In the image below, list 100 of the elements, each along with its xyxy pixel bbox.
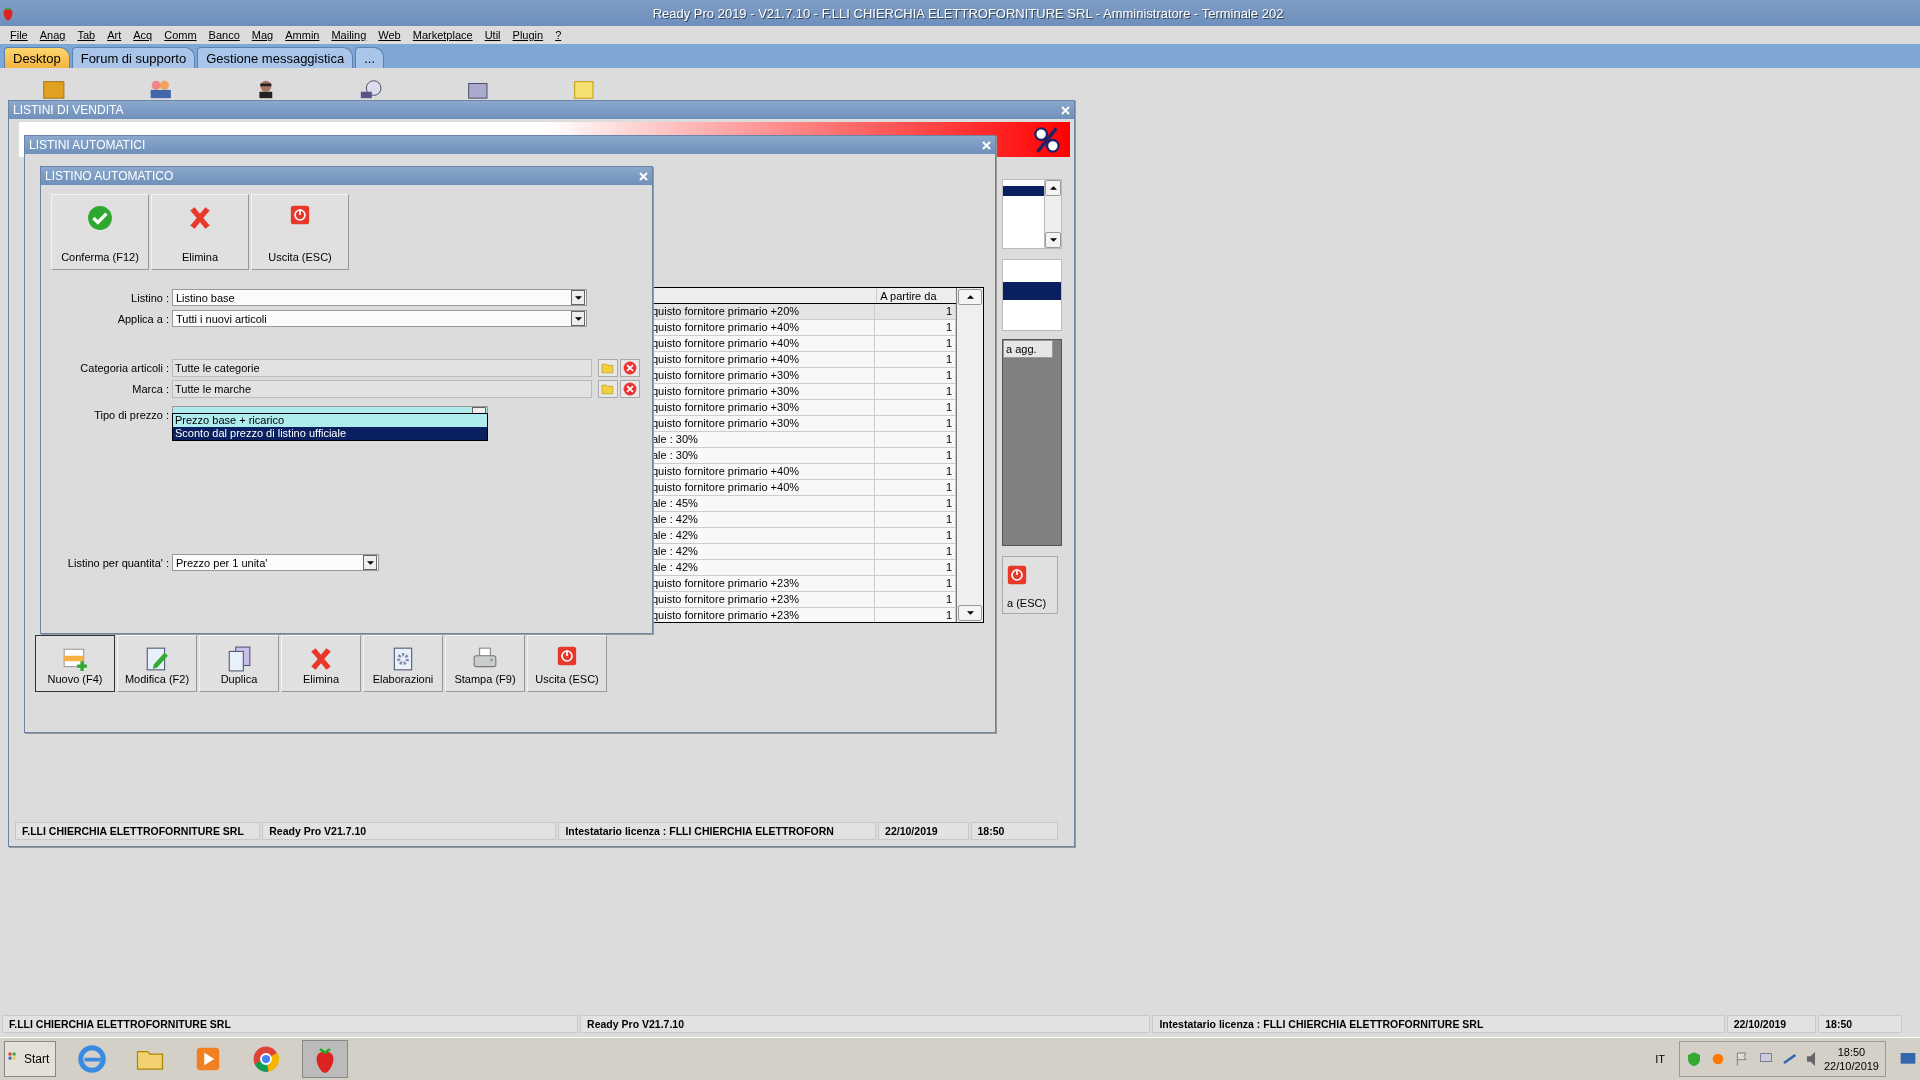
status-cell: 18:50	[970, 822, 1058, 840]
toolbar-button[interactable]: Uscita (ESC)	[527, 635, 607, 692]
table-cell: 1	[945, 401, 952, 413]
status-cell: F.LLI CHIERCHIA ELETTROFORNITURE SRL	[15, 822, 261, 840]
taskbar-app[interactable]	[302, 1040, 348, 1078]
tab[interactable]: Gestione messaggistica	[197, 47, 354, 68]
menu-item[interactable]: Banco	[202, 29, 246, 41]
down-arrow-icon	[574, 295, 582, 300]
menu-item[interactable]: Comm	[158, 29, 203, 41]
power-icon	[557, 646, 577, 666]
status-cell: Intestatario licenza : FLLI CHIERCHIA ELETTROFORNITURE SRL	[1152, 1015, 1725, 1033]
column-header: a agg.	[1006, 343, 1037, 355]
exit-button[interactable]: a (ESC)	[1002, 556, 1058, 614]
percent-icon	[1032, 125, 1062, 154]
text-field[interactable]: Tutte le categorie	[172, 359, 592, 377]
table-cell: 1	[945, 497, 952, 509]
menu-item[interactable]: Tab	[71, 29, 102, 41]
speaker-icon	[1805, 1051, 1816, 1067]
documents-icon	[226, 646, 252, 672]
chrome-icon	[251, 1044, 281, 1074]
close-button[interactable]	[639, 171, 648, 181]
folder-icon	[601, 382, 615, 396]
window-title: LISTINI DI VENDITA	[13, 103, 124, 117]
down-arrow-icon	[574, 316, 582, 321]
table-cell: 1	[945, 321, 952, 333]
menu-item[interactable]: File	[4, 29, 34, 41]
table-cell: 1	[945, 385, 952, 397]
table-cell: 1	[945, 369, 952, 381]
close-button[interactable]	[982, 140, 991, 150]
toolbar-button[interactable]: Elimina	[281, 635, 361, 692]
browse-button[interactable]	[598, 359, 618, 377]
field-label: Listino per quantita' :	[66, 556, 170, 569]
tab[interactable]: Desktop	[4, 47, 70, 68]
table-cell: 1	[945, 545, 952, 557]
table-cell: 1	[945, 529, 952, 541]
up-arrow-icon	[1049, 186, 1057, 190]
field-label: Categoria articoli :	[79, 362, 170, 374]
toolbar-button[interactable]: Elimina	[151, 194, 249, 270]
menu-item[interactable]: Util	[478, 29, 507, 41]
menu-item[interactable]: Art	[101, 29, 128, 41]
column-header: A partire da	[880, 289, 937, 302]
text-field[interactable]: Tutte le marche	[172, 380, 592, 398]
status-cell: Intestatario licenza : FLLI CHIERCHIA ELETTROFORN	[558, 822, 877, 840]
menu-item[interactable]: Mag	[245, 29, 280, 41]
status-cell: 22/10/2019	[1726, 1015, 1817, 1033]
table-cell: 1	[945, 353, 952, 365]
tab[interactable]: ...	[355, 47, 385, 68]
app-title: Ready Pro 2019 - V21.7.10 - F.LLI CHIERCHIA ELETTROFORNITURE SRL - Amministratore - Terminale 202	[651, 5, 1285, 21]
menu-item[interactable]: Marketplace	[406, 29, 479, 41]
toolbar-button[interactable]: Nuovo (F4)	[35, 635, 115, 692]
dropdown[interactable]: Tutti i nuovi articoli	[172, 310, 587, 327]
dropdown-option[interactable]: Sconto dal prezzo di listino ufficiale	[173, 427, 487, 440]
table-cell: 1	[945, 593, 952, 605]
field-label: Tipo di prezzo :	[93, 408, 170, 421]
list-box[interactable]	[1002, 259, 1062, 331]
status-cell: F.LLI CHIERCHIA ELETTROFORNITURE SRL	[2, 1015, 579, 1033]
scrollbar[interactable]	[956, 288, 983, 622]
menu-item[interactable]: Web	[372, 29, 407, 41]
tab[interactable]: Forum di supporto	[71, 47, 196, 68]
list-box[interactable]	[1002, 179, 1062, 249]
toolbar-button[interactable]: Modifica (F2)	[117, 635, 197, 692]
close-button[interactable]	[1061, 105, 1070, 115]
toolbar-button[interactable]: Stampa (F9)	[445, 635, 525, 692]
dropdown[interactable]: Prezzo per 1 unita'	[172, 554, 379, 571]
up-arrow-icon	[966, 295, 974, 299]
down-arrow-icon	[966, 611, 974, 615]
clear-icon	[623, 361, 637, 375]
field-label: Applica a :	[116, 312, 170, 325]
menu-item[interactable]: Plugin	[506, 29, 550, 41]
grid-plus-icon	[62, 646, 88, 672]
menu-item[interactable]: Ammin	[279, 29, 326, 41]
status-cell: 22/10/2019	[878, 822, 969, 840]
toolbar-button[interactable]: Duplica	[199, 635, 279, 692]
down-arrow-icon	[1049, 238, 1057, 242]
show-desktop-icon	[1900, 1051, 1916, 1067]
toolbar-button[interactable]: Elaborazioni	[363, 635, 443, 692]
browse-button[interactable]	[598, 380, 618, 398]
check-icon	[87, 205, 113, 231]
status-cell: Ready Pro V21.7.10	[262, 822, 557, 840]
table-cell: 1	[945, 465, 952, 477]
clock-date: 22/10/2019	[1823, 1059, 1879, 1073]
power-icon	[1007, 565, 1027, 585]
table-cell: 1	[945, 513, 952, 525]
start-button[interactable]: Start	[4, 1041, 56, 1077]
cross-icon	[308, 646, 334, 672]
menu-item[interactable]: Mailing	[325, 29, 373, 41]
table-cell: 1	[945, 433, 952, 445]
menu-item[interactable]: Anag	[33, 29, 72, 41]
down-arrow-icon	[366, 560, 374, 565]
table-cell: 1	[945, 305, 952, 317]
table-cell: 1	[945, 337, 952, 349]
menu-item[interactable]: ?	[549, 29, 568, 41]
clear-button[interactable]	[620, 380, 640, 398]
toolbar-button[interactable]: Conferma (F12)	[51, 194, 149, 270]
clear-button[interactable]	[620, 359, 640, 377]
menu-item[interactable]: Acq	[127, 29, 159, 41]
status-cell: Ready Pro V21.7.10	[580, 1015, 1151, 1033]
clear-icon	[623, 382, 637, 396]
dropdown[interactable]: Listino base	[172, 289, 587, 306]
toolbar-button[interactable]: Uscita (ESC)	[251, 194, 349, 270]
